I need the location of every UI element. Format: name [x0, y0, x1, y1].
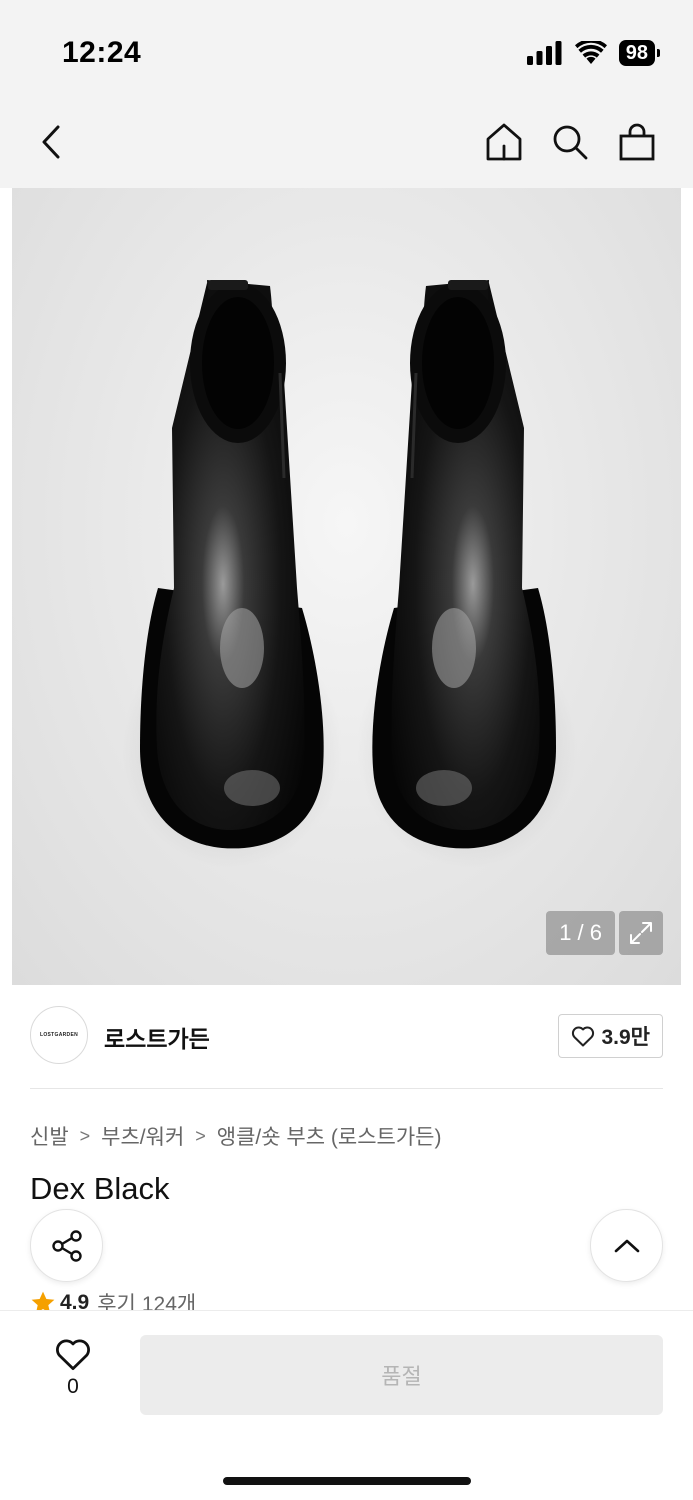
scroll-top-button[interactable]	[590, 1209, 663, 1282]
breadcrumb-item[interactable]: 앵클/숏 부츠 (로스트가든)	[217, 1121, 442, 1151]
image-counter: 1 / 6	[546, 911, 615, 955]
wifi-icon	[574, 41, 607, 64]
cart-button[interactable]	[613, 118, 661, 166]
wishlist-button[interactable]: 0	[44, 1337, 102, 1399]
product-title: Dex Black	[30, 1171, 170, 1206]
brand-like-count: 3.9만	[601, 1026, 650, 1049]
breadcrumb: 신발 > 부츠/워커 > 앵클/숏 부츠 (로스트가든)	[30, 1121, 442, 1151]
signal-icon	[526, 41, 562, 65]
brand-name[interactable]: 로스트가든	[104, 1020, 210, 1054]
boots-photo	[122, 280, 577, 868]
home-icon	[486, 123, 522, 161]
chevron-right-icon: >	[79, 1125, 91, 1146]
right-boot	[372, 280, 556, 849]
breadcrumb-item[interactable]: 부츠/워커	[101, 1121, 184, 1151]
status-time: 12:24	[62, 36, 142, 69]
expand-icon	[630, 922, 652, 944]
heart-icon	[56, 1339, 90, 1371]
divider	[30, 1088, 663, 1089]
search-button[interactable]	[546, 118, 594, 166]
brand-like-button[interactable]: 3.9만	[558, 1014, 663, 1058]
chevron-up-icon	[614, 1239, 639, 1252]
search-icon	[553, 125, 588, 160]
top-nav-bar	[0, 100, 693, 188]
home-button[interactable]	[480, 118, 528, 166]
breadcrumb-item[interactable]: 신발	[30, 1121, 69, 1151]
heart-icon	[572, 1026, 595, 1047]
chevron-right-icon: >	[195, 1125, 206, 1146]
back-button[interactable]	[28, 118, 76, 166]
status-icons: 98	[526, 40, 661, 66]
brand-logo[interactable]: LOSTGARDEN	[30, 1006, 88, 1064]
share-icon	[51, 1229, 82, 1262]
expand-image-button[interactable]	[619, 911, 663, 955]
wishlist-count: 0	[67, 1375, 79, 1398]
brand-row: LOSTGARDEN 로스트가든 3.9만	[30, 1006, 663, 1066]
status-bar: 12:24 98	[0, 0, 693, 100]
brand-logo-text: LOSTGARDEN	[40, 1032, 78, 1038]
soldout-button[interactable]: 품절	[140, 1335, 663, 1415]
battery-icon: 98	[618, 40, 661, 66]
product-image[interactable]: 1 / 6	[12, 188, 681, 985]
home-indicator	[223, 1477, 471, 1485]
back-icon	[42, 125, 60, 159]
share-button[interactable]	[30, 1209, 103, 1282]
left-boot	[140, 280, 324, 849]
bottom-action-bar: 0 품절	[0, 1310, 693, 1500]
bag-icon	[619, 123, 655, 161]
